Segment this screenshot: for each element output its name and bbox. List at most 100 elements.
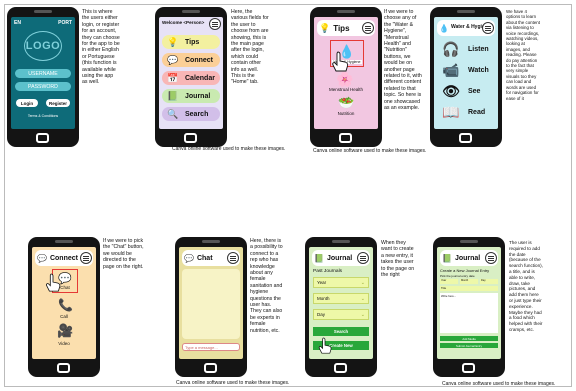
home-item-connect[interactable]: 💬 Connect <box>162 53 220 67</box>
home-item-tips[interactable]: 💡 Tips <box>162 35 220 49</box>
video-camera-icon: 📹 <box>442 62 460 78</box>
pick-date-label: Pick the journal entry date <box>440 274 475 278</box>
home-item-search[interactable]: 🔍 Search <box>162 107 220 121</box>
day-label: Day <box>317 312 326 317</box>
year-picker[interactable]: Year <box>440 279 458 284</box>
terms-link[interactable]: Terms & Conditions <box>11 114 75 118</box>
menu-icon[interactable] <box>80 252 92 264</box>
chevron-down-icon: ⌄ <box>360 279 365 286</box>
day-select[interactable]: Day ⌄ <box>313 309 369 320</box>
year-label: Year <box>317 280 327 285</box>
connect-description: If we were to pick the "Chat" button, we… <box>103 238 144 270</box>
menu-icon[interactable] <box>362 22 374 34</box>
pointing-hand-icon <box>318 337 332 354</box>
nutrition-icon: 🥗 <box>338 95 355 110</box>
submit-entry-button[interactable]: Submit Journal Entry <box>440 343 498 348</box>
username-field[interactable]: USERNAME <box>15 69 71 78</box>
menstrual-health-button[interactable]: Menstrual Health <box>314 87 378 92</box>
home-button[interactable] <box>334 363 347 373</box>
tile-label: Read <box>468 109 486 116</box>
home-item-journal[interactable]: 📗 Journal <box>162 89 220 103</box>
chat-screen: 💬 Chat Type a message... <box>179 247 243 359</box>
home-button[interactable] <box>184 133 197 143</box>
phone-call-icon: 📞 <box>58 298 73 312</box>
month-select[interactable]: Month ⌄ <box>313 293 369 304</box>
phone-speaker <box>34 10 52 13</box>
phone-tips: 💡 Tips 💧 Water & Hygiene 🌸 Menstrual Hea… <box>310 7 382 147</box>
phone-speaker <box>55 240 73 243</box>
password-field[interactable]: PASSWORD <box>15 82 71 91</box>
menu-icon[interactable] <box>482 22 494 34</box>
add-media-button[interactable]: Add Media <box>440 336 498 341</box>
image-caption: Canva online software used to make these… <box>172 146 286 152</box>
image-caption: Canva online software used to make these… <box>442 381 556 387</box>
video-button[interactable]: Video <box>32 341 96 346</box>
home-button[interactable] <box>459 133 472 143</box>
journal-icon: 📗 <box>167 90 179 101</box>
search-button[interactable]: Search <box>313 327 369 336</box>
see-button[interactable]: 👁 See <box>442 83 480 100</box>
nutrition-button[interactable]: Nutrition <box>314 111 378 116</box>
video-camera-icon: 🎥 <box>57 323 74 338</box>
home-item-calendar[interactable]: 📅 Calendar <box>162 71 220 85</box>
chat-message-area <box>182 269 240 339</box>
home-item-label: Tips <box>185 38 200 46</box>
journal-icon: 📗 <box>314 253 324 263</box>
headphones-icon: 🎧 <box>442 41 460 57</box>
menu-icon[interactable] <box>209 18 221 30</box>
message-input[interactable]: Type a message... <box>182 343 240 351</box>
create-journal-description: The user is required to add the date (be… <box>509 240 543 332</box>
home-button[interactable] <box>57 363 70 373</box>
tips-description: If we were to choose any of the "Water &… <box>384 9 422 112</box>
page-title: Journal <box>326 254 353 262</box>
calendar-icon: 📅 <box>167 72 179 83</box>
menu-icon[interactable] <box>227 252 239 264</box>
menu-icon[interactable] <box>357 252 369 264</box>
menu-icon[interactable] <box>485 252 497 264</box>
call-button[interactable]: Call <box>32 314 96 319</box>
home-description: Here, the various fields for the user to… <box>231 9 269 86</box>
login-screen: EN PORT LOGO USERNAME PASSWORD Login Reg… <box>11 17 75 129</box>
phone-speaker <box>457 10 475 13</box>
month-picker[interactable]: Month <box>460 279 478 284</box>
page-title: Journal <box>454 254 481 262</box>
tile-label: See <box>468 88 481 95</box>
language-en-button[interactable]: EN <box>14 20 21 26</box>
image-caption: Canva online software used to make these… <box>176 380 290 386</box>
journal-description: When they want to create a new entry, it… <box>381 240 415 279</box>
page-title: Chat <box>196 254 213 262</box>
logo-placeholder: LOGO <box>24 31 62 61</box>
home-button[interactable] <box>204 363 217 373</box>
image-caption: Canva online software used to make these… <box>313 148 427 154</box>
eye-icon: 👁 <box>442 83 460 99</box>
lightbulb-icon: 💡 <box>167 36 179 47</box>
phone-login: EN PORT LOGO USERNAME PASSWORD Login Reg… <box>7 7 79 147</box>
chevron-down-icon: ⌄ <box>360 311 365 318</box>
page-title: Tips <box>333 23 350 33</box>
read-button[interactable]: 📖 Read <box>442 104 485 121</box>
month-label: Month <box>317 296 330 301</box>
login-button[interactable]: Login <box>16 99 38 107</box>
home-button[interactable] <box>36 133 49 143</box>
home-screen: Welcome <Person> 💡 Tips 💬 Connect 📅 Calenda… <box>159 17 223 129</box>
watch-button[interactable]: 📹 Watch <box>442 62 488 79</box>
journal-body-textarea[interactable]: Write here... <box>440 293 498 333</box>
phone-create-journal: 📗 Journal Create a New Journal Entry Pic… <box>433 237 505 377</box>
logo-text: LOGO <box>25 40 61 52</box>
phone-speaker <box>202 240 220 243</box>
title-input[interactable]: Title <box>440 286 498 291</box>
home-button[interactable] <box>339 133 352 143</box>
chat-description: Here, there is a possibility to connect … <box>250 238 283 334</box>
login-description: This is where the users either login, or… <box>82 9 120 86</box>
tips-screen: 💡 Tips 💧 Water & Hygiene 🌸 Menstrual Hea… <box>314 17 378 129</box>
welcome-text: Welcome <Person> <box>162 20 205 25</box>
listen-button[interactable]: 🎧 Listen <box>442 41 488 58</box>
language-port-button[interactable]: PORT <box>58 20 72 26</box>
register-button[interactable]: Register <box>46 99 70 107</box>
home-button[interactable] <box>462 363 475 373</box>
phone-chat: 💬 Chat Type a message... <box>175 237 247 377</box>
date-picker: Year Month Day <box>440 279 498 284</box>
year-select[interactable]: Year ⌄ <box>313 277 369 288</box>
water-hygiene-screen: 💧 Water & Hygiene 🎧 Listen 📹 Watch 👁 See 📖 R… <box>434 17 498 129</box>
day-picker[interactable]: Day <box>480 279 498 284</box>
